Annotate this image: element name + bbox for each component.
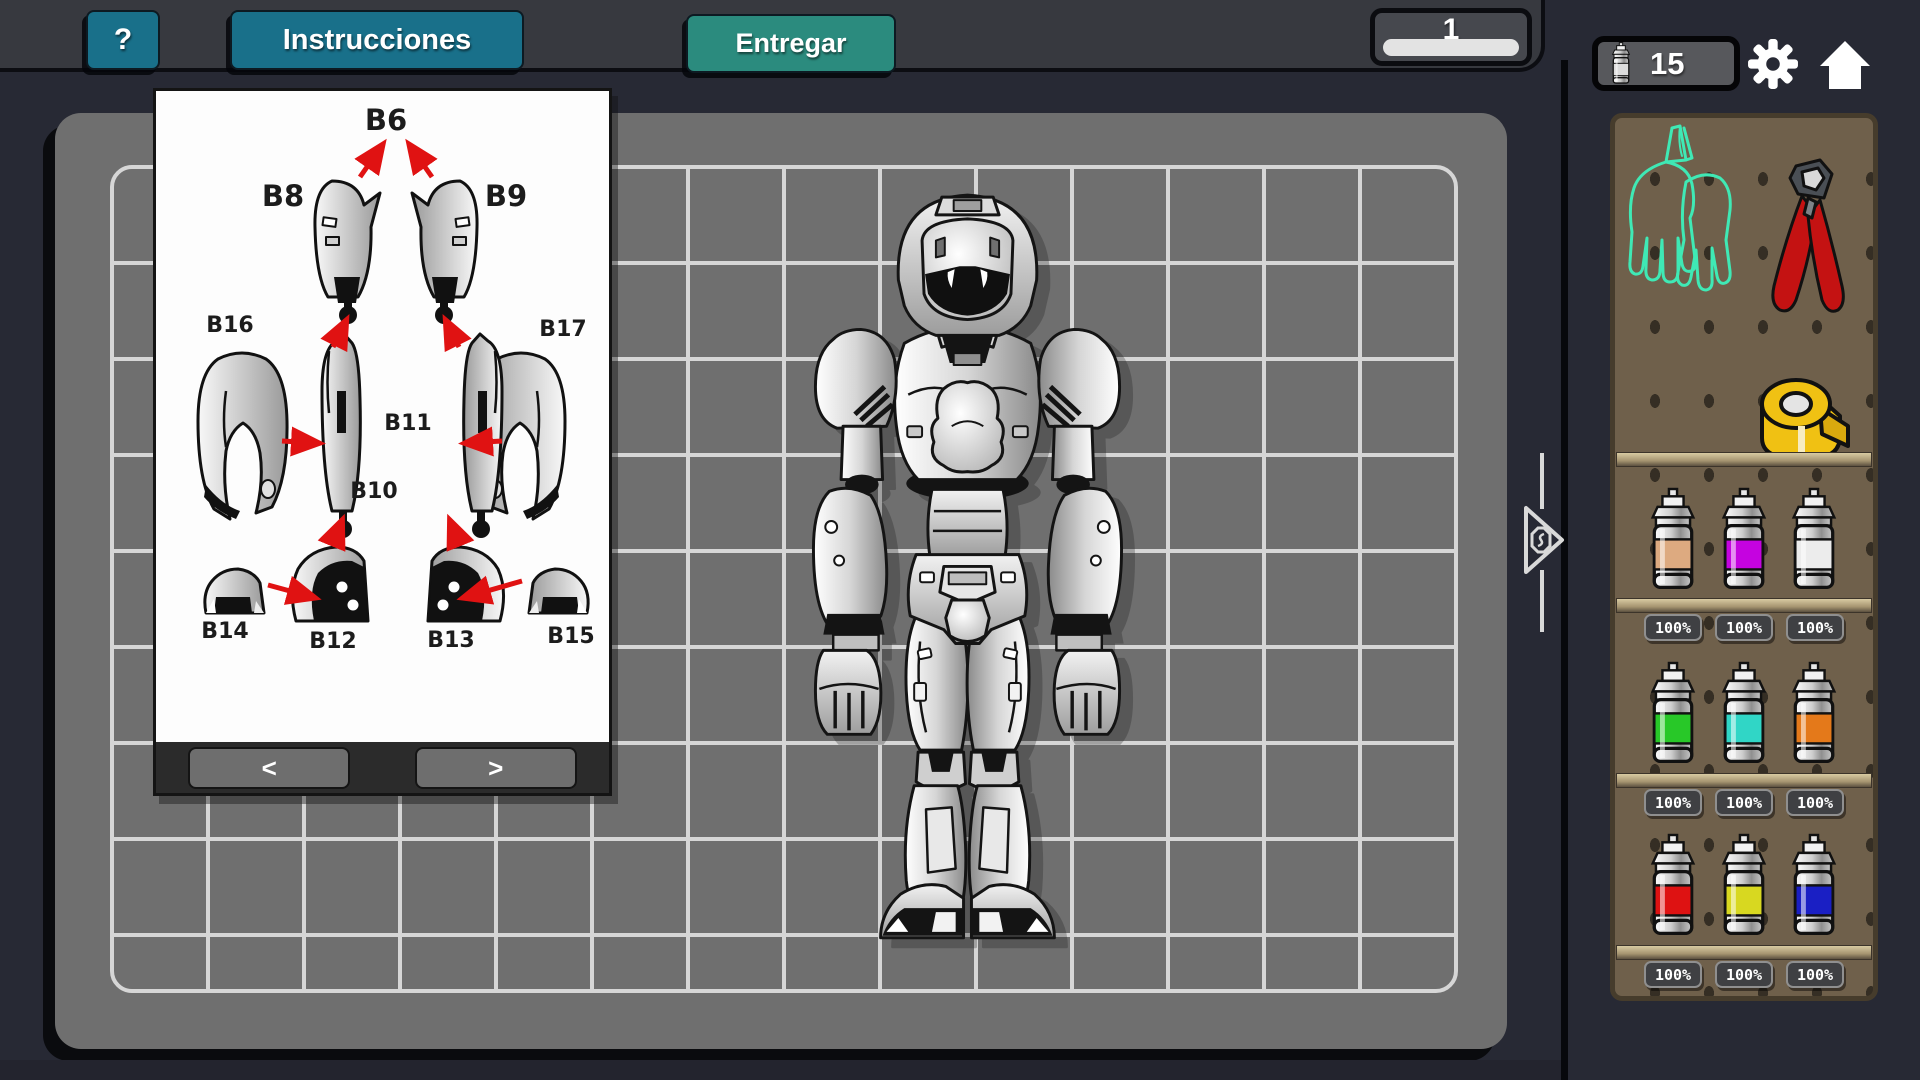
- submit-button[interactable]: Entregar: [686, 14, 896, 73]
- part-label-b6: B6: [365, 103, 407, 137]
- card-pager: < >: [156, 742, 609, 793]
- part-label-b16: B16: [206, 313, 253, 338]
- instruction-card: B6 B8 B9 B16 B17 B11 B10 B14 B12 B13 B15…: [153, 88, 612, 796]
- bottom-margin: [0, 1060, 1561, 1080]
- instructions-button[interactable]: Instrucciones: [230, 10, 524, 70]
- spray-can-teal[interactable]: [1718, 655, 1770, 775]
- spray-can-magenta[interactable]: [1718, 481, 1770, 601]
- spray-can-skin[interactable]: [1647, 481, 1699, 601]
- paint-level-badge: 100%: [1715, 961, 1773, 988]
- paint-count-value: 15: [1650, 46, 1684, 82]
- drawer-handle-icon[interactable]: [1518, 500, 1568, 580]
- paint-level-badge: 100%: [1644, 961, 1702, 988]
- home-icon[interactable]: [1818, 40, 1872, 90]
- spray-can-blue[interactable]: [1788, 827, 1840, 947]
- top-toolbar: ? Instrucciones Entregar 1: [0, 0, 1545, 72]
- paint-level-badge: 100%: [1644, 789, 1702, 816]
- part-label-b15: B15: [547, 624, 594, 649]
- paint-level-badge: 100%: [1715, 789, 1773, 816]
- wire-cutters-icon[interactable]: [1758, 158, 1862, 343]
- paint-level-badge: 100%: [1786, 961, 1844, 988]
- parts-diagram: [156, 91, 609, 742]
- paint-count-pill: 15: [1592, 36, 1740, 91]
- part-label-b8: B8: [262, 179, 304, 213]
- spray-can-yellow[interactable]: [1718, 827, 1770, 947]
- paint-level-badge: 100%: [1715, 614, 1773, 641]
- paint-level-badge: 100%: [1786, 614, 1844, 641]
- level-counter: 1: [1370, 8, 1532, 66]
- shelf-board: [1616, 945, 1872, 960]
- spray-can-red[interactable]: [1647, 827, 1699, 947]
- gloves-icon[interactable]: [1620, 122, 1740, 352]
- spray-can-white[interactable]: [1788, 481, 1840, 601]
- spray-can-green[interactable]: [1647, 655, 1699, 775]
- shelf-board: [1616, 773, 1872, 788]
- game-stage: ? Instrucciones Entregar 1 15: [0, 0, 1920, 1080]
- paint-level-badge: 100%: [1644, 614, 1702, 641]
- shelf-board: [1616, 452, 1872, 467]
- tape-icon[interactable]: [1750, 368, 1854, 464]
- part-label-b13: B13: [427, 628, 474, 653]
- next-page-button[interactable]: >: [415, 747, 577, 789]
- spray-can-orange[interactable]: [1788, 655, 1840, 775]
- spray-can-icon: [1606, 42, 1636, 86]
- help-button[interactable]: ?: [86, 10, 160, 70]
- level-progress-bar: [1383, 39, 1519, 56]
- robot-figure[interactable]: [770, 175, 1165, 950]
- paint-level-badge: 100%: [1786, 789, 1844, 816]
- part-label-b9: B9: [485, 179, 527, 213]
- part-label-b12: B12: [309, 629, 356, 654]
- part-label-b11: B11: [384, 411, 431, 436]
- part-label-b10: B10: [350, 479, 397, 504]
- part-label-b14: B14: [201, 619, 248, 644]
- prev-page-button[interactable]: <: [188, 747, 350, 789]
- part-label-b17: B17: [539, 317, 586, 342]
- gear-icon[interactable]: [1746, 38, 1800, 90]
